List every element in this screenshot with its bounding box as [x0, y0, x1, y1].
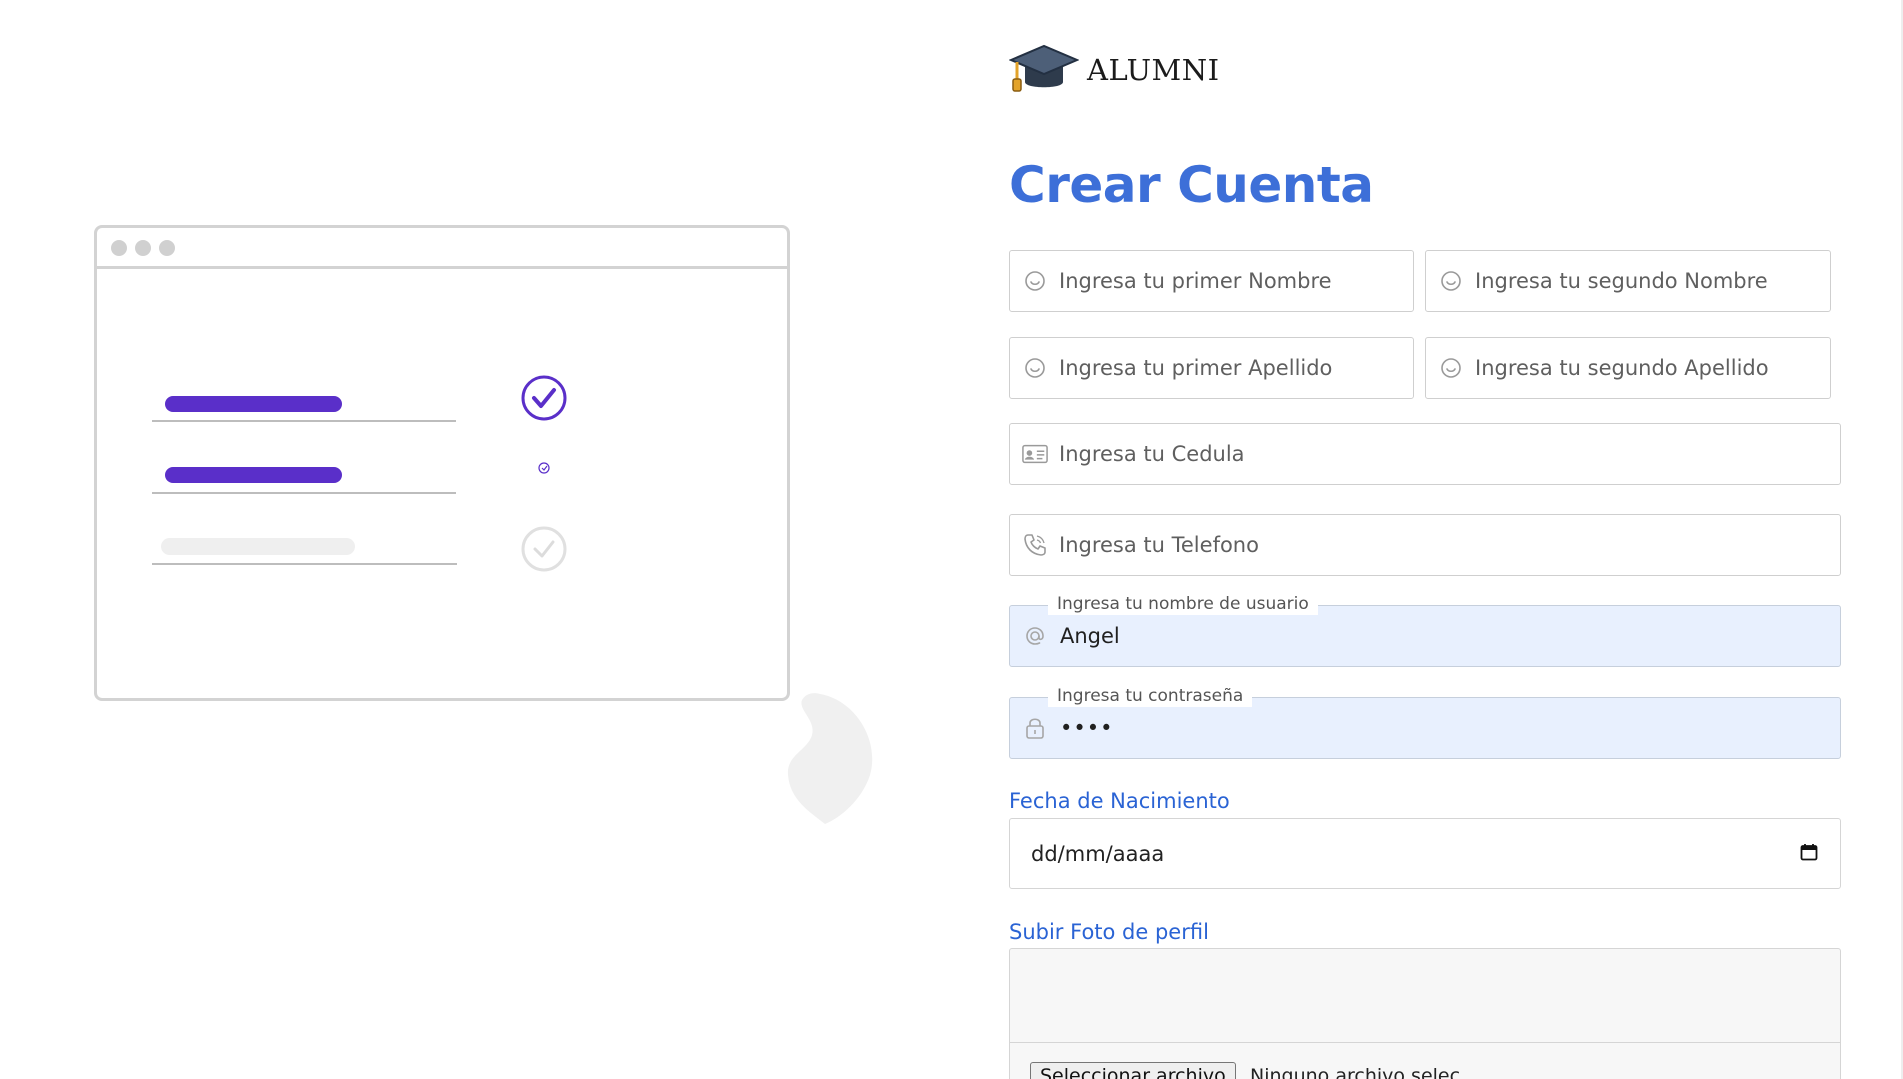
id-card-icon [1022, 441, 1048, 467]
telefono-placeholder: Ingresa tu Telefono [1059, 533, 1259, 557]
window-dot [159, 240, 175, 256]
password-label: Ingresa tu contraseña [1048, 685, 1253, 707]
photo-upload-box[interactable]: Seleccionar archivo Ninguno archivo sele… [1009, 948, 1841, 1079]
first-name-field[interactable]: Ingresa tu primer Nombre [1009, 250, 1414, 312]
illustration-checklist [152, 375, 567, 572]
photo-label: Subir Foto de perfil [1009, 920, 1209, 944]
page: ALUMNI Crear Cuenta Ingresa tu primer No… [0, 0, 1903, 1079]
smile-icon [1438, 355, 1464, 381]
check-circle-icon [521, 375, 567, 421]
phone-icon [1022, 532, 1048, 558]
cedula-placeholder: Ingresa tu Cedula [1059, 442, 1245, 466]
upload-divider [1010, 1042, 1840, 1043]
second-name-placeholder: Ingresa tu segundo Nombre [1475, 269, 1768, 293]
username-value: Angel [1060, 624, 1120, 648]
birthdate-input[interactable]: dd/mm/aaaa [1009, 818, 1841, 889]
lock-icon [1022, 715, 1048, 741]
at-icon [1022, 623, 1048, 649]
telefono-field[interactable]: Ingresa tu Telefono [1009, 514, 1841, 576]
cedula-field[interactable]: Ingresa tu Cedula [1009, 423, 1841, 485]
username-field[interactable]: Ingresa tu nombre de usuario Angel [1009, 593, 1841, 667]
choose-file-button[interactable]: Seleccionar archivo [1030, 1062, 1236, 1079]
birthdate-value: dd/mm/aaaa [1031, 841, 1165, 866]
window-dot [111, 240, 127, 256]
smile-icon [1438, 268, 1464, 294]
second-surname-placeholder: Ingresa tu segundo Apellido [1475, 356, 1769, 380]
check-circle-icon [538, 462, 550, 474]
second-surname-field[interactable]: Ingresa tu segundo Apellido [1425, 337, 1831, 399]
second-name-field[interactable]: Ingresa tu segundo Nombre [1425, 250, 1831, 312]
illustration-browser-bar [97, 228, 787, 269]
brand-logo: ALUMNI [1009, 42, 1220, 98]
first-surname-placeholder: Ingresa tu primer Apellido [1059, 356, 1333, 380]
birthdate-label: Fecha de Nacimiento [1009, 789, 1230, 813]
decorative-blob [787, 693, 873, 824]
password-field[interactable]: Ingresa tu contraseña •••• [1009, 685, 1841, 759]
smile-icon [1022, 355, 1048, 381]
first-name-placeholder: Ingresa tu primer Nombre [1059, 269, 1332, 293]
password-value: •••• [1060, 716, 1114, 740]
page-title: Crear Cuenta [1009, 156, 1374, 214]
first-surname-field[interactable]: Ingresa tu primer Apellido [1009, 337, 1414, 399]
window-dot [135, 240, 151, 256]
checklist-bar-empty [161, 538, 355, 555]
file-status-text: Ninguno archivo selec [1250, 1065, 1461, 1079]
smile-icon [1022, 268, 1048, 294]
username-label: Ingresa tu nombre de usuario [1048, 593, 1318, 615]
graduation-cap-icon [1009, 44, 1079, 92]
calendar-icon[interactable] [1800, 843, 1818, 865]
signup-illustration [0, 0, 960, 1079]
checklist-bar-filled [165, 396, 342, 412]
illustration-browser-window [94, 225, 790, 701]
check-circle-icon [521, 526, 567, 572]
brand-name: ALUMNI [1087, 53, 1220, 87]
checklist-bar-filled [165, 467, 342, 483]
